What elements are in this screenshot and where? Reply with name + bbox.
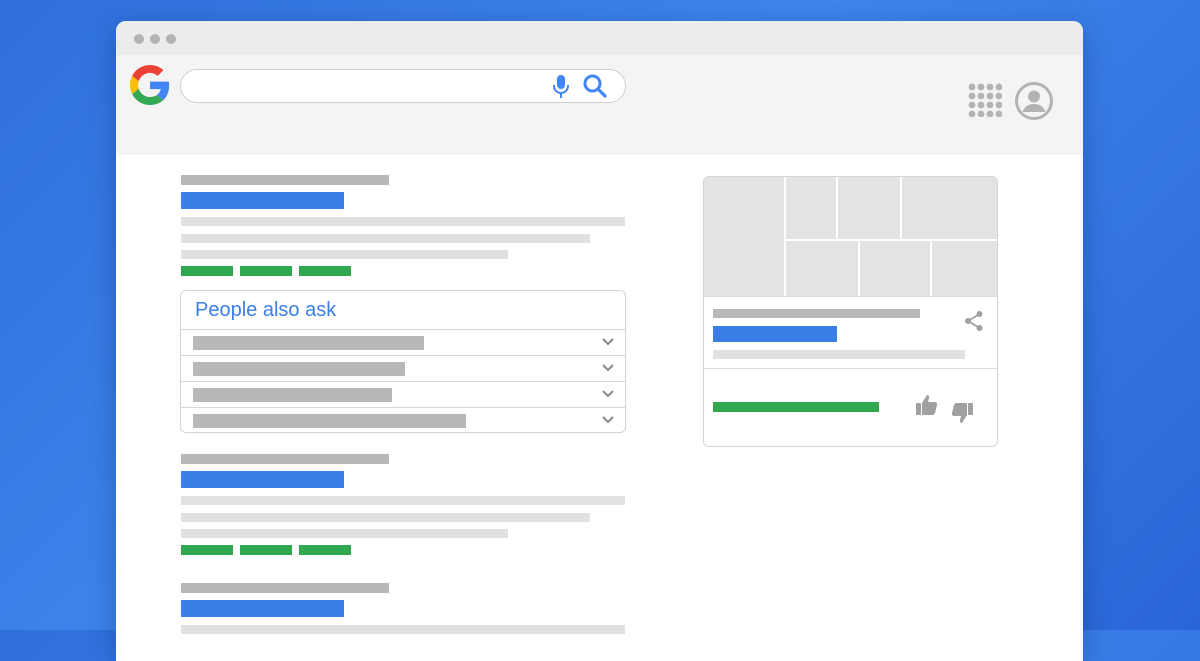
- image-tile[interactable]: [786, 177, 836, 239]
- question-row[interactable]: [181, 329, 625, 355]
- apps-grid-icon[interactable]: [968, 83, 1002, 117]
- account-avatar-icon[interactable]: [1014, 81, 1054, 121]
- chevron-down-icon[interactable]: [601, 336, 615, 348]
- question-row[interactable]: [181, 381, 625, 407]
- result-snippet-line: [181, 234, 590, 243]
- image-tile[interactable]: [786, 241, 858, 296]
- thumbs-up-icon[interactable]: [915, 393, 939, 417]
- result-snippet-line: [181, 250, 508, 259]
- result-title-link[interactable]: [181, 192, 344, 209]
- result-snippet-line: [181, 529, 508, 538]
- result-breadcrumb-placeholder: [181, 583, 389, 593]
- question-text-placeholder: [193, 414, 466, 428]
- result-snippet-line: [181, 513, 590, 522]
- result-title-link[interactable]: [181, 600, 344, 617]
- panel-description-line: [713, 350, 965, 359]
- chevron-down-icon[interactable]: [601, 362, 615, 374]
- question-text-placeholder: [193, 388, 392, 402]
- question-text-placeholder: [193, 336, 424, 350]
- panel-green-link[interactable]: [713, 402, 879, 412]
- window-control-dot[interactable]: [166, 34, 176, 44]
- chevron-down-icon[interactable]: [601, 414, 615, 426]
- result-breadcrumb-placeholder: [181, 454, 389, 464]
- chevron-down-icon[interactable]: [601, 388, 615, 400]
- panel-title-link[interactable]: [713, 326, 837, 342]
- thumbs-down-icon[interactable]: [950, 401, 974, 425]
- question-row[interactable]: [181, 407, 625, 433]
- question-text-placeholder: [193, 362, 405, 376]
- result-snippet-line: [181, 496, 625, 505]
- panel-subtitle-placeholder: [713, 309, 920, 318]
- panel-divider: [704, 368, 997, 369]
- result-sitelink[interactable]: [181, 266, 233, 276]
- panel-divider: [704, 296, 997, 297]
- search-icon[interactable]: [582, 73, 608, 99]
- question-row[interactable]: [181, 355, 625, 381]
- image-tile[interactable]: [838, 177, 900, 239]
- google-logo-icon[interactable]: [130, 65, 170, 105]
- result-sitelink[interactable]: [299, 266, 351, 276]
- result-title-link[interactable]: [181, 471, 344, 488]
- window-control-dot[interactable]: [134, 34, 144, 44]
- result-breadcrumb-placeholder: [181, 175, 389, 185]
- result-sitelink[interactable]: [181, 545, 233, 555]
- browser-window: People also ask: [116, 21, 1083, 661]
- window-control-dot[interactable]: [150, 34, 160, 44]
- result-sitelink[interactable]: [240, 266, 292, 276]
- result-sitelink[interactable]: [299, 545, 351, 555]
- image-tile[interactable]: [932, 241, 997, 296]
- knowledge-panel: [703, 176, 998, 447]
- image-tile[interactable]: [902, 177, 997, 239]
- result-sitelink[interactable]: [240, 545, 292, 555]
- image-tile[interactable]: [860, 241, 930, 296]
- people-also-ask-box: People also ask: [180, 290, 626, 433]
- people-also-ask-title: People also ask: [195, 299, 337, 321]
- share-icon[interactable]: [964, 310, 984, 332]
- title-bar: [116, 21, 1083, 55]
- result-snippet-line: [181, 217, 625, 226]
- image-tile[interactable]: [704, 177, 784, 296]
- microphone-icon[interactable]: [550, 73, 572, 99]
